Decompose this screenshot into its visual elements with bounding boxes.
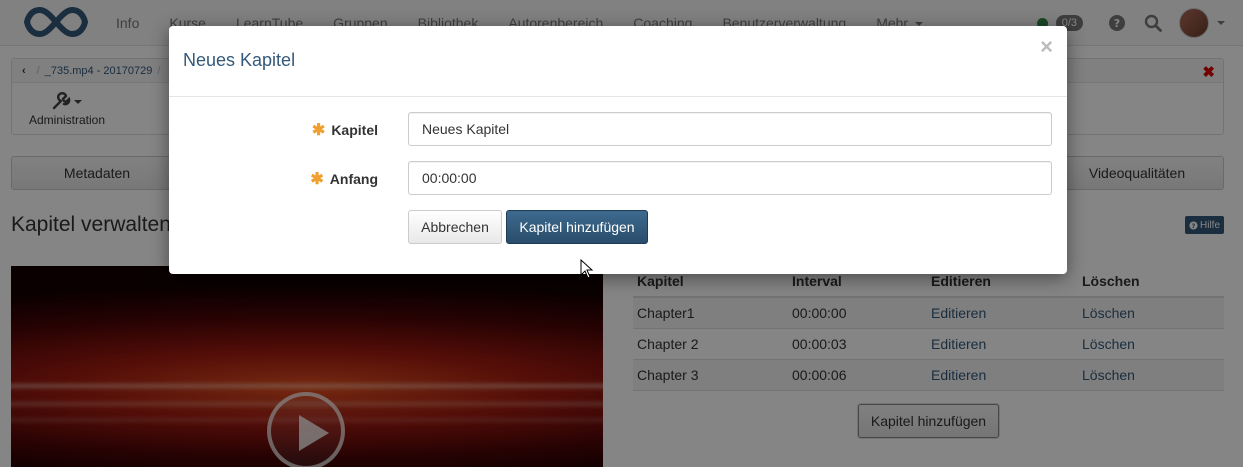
close-icon[interactable]: × (1040, 34, 1053, 60)
anfang-label-text: Anfang (329, 171, 378, 187)
form-row-anfang: ✱ Anfang (169, 161, 1067, 195)
kapitel-field-label: ✱ Kapitel (312, 120, 378, 140)
kapitel-input[interactable] (408, 112, 1052, 146)
required-asterisk-icon: ✱ (310, 171, 324, 188)
modal-title: Neues Kapitel (183, 50, 296, 70)
new-chapter-dialog: Neues Kapitel × ✱ Kapitel ✱ Anfang Abbre… (169, 26, 1067, 274)
form-row-kapitel: ✱ Kapitel (169, 112, 1067, 146)
mouse-pointer-icon (580, 259, 594, 279)
anfang-input[interactable] (408, 161, 1052, 195)
modal-header: Neues Kapitel × (169, 26, 1067, 97)
required-asterisk-icon: ✱ (311, 122, 326, 139)
anfang-field-label: ✱ Anfang (310, 169, 378, 189)
cancel-button[interactable]: Abbrechen (408, 210, 502, 244)
kapitel-label-text: Kapitel (331, 122, 378, 138)
add-chapter-submit-button[interactable]: Kapitel hinzufügen (506, 210, 648, 244)
